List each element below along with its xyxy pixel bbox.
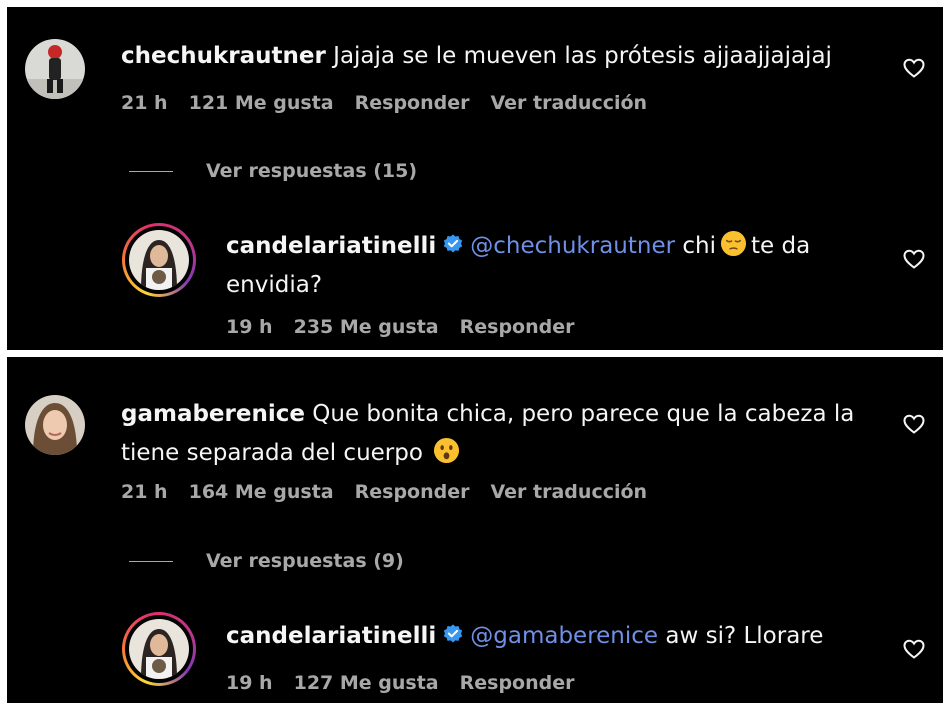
reply-button[interactable]: Responder [355,481,470,503]
comment-text: Que bonita chica, pero parece que la cab… [312,401,855,427]
divider-line [129,561,173,562]
reply-likes[interactable]: 127 Me gusta [294,672,439,694]
reply-time: 19 h [226,672,273,694]
pensive-face-emoji [720,230,747,257]
view-replies-button[interactable]: Ver respuestas (9) [129,550,404,572]
comment-time: 21 h [121,481,168,503]
comment-body: gamaberenice Que bonita chica, pero pare… [121,395,881,473]
comment-likes[interactable]: 121 Me gusta [189,92,334,114]
comment-text: Jajaja se le mueven las prótesis ajjaajj… [333,43,832,69]
view-replies-label: Ver respuestas (9) [206,550,404,572]
comment-thread: chechukrautner Jajaja se le mueven las p… [7,7,943,350]
heart-icon[interactable] [902,637,926,661]
avatar[interactable] [25,395,85,455]
reply-button[interactable]: Responder [460,316,575,338]
view-replies-label: Ver respuestas (15) [206,160,418,182]
translate-button[interactable]: Ver traducción [491,481,648,503]
story-ring[interactable] [122,223,196,297]
reply-meta: 19 h 235 Me gusta Responder [226,316,596,338]
comment-text-line2: tiene separada del cuerpo [121,440,423,466]
avatar[interactable] [129,619,189,679]
comment-thread: gamaberenice Que bonita chica, pero pare… [7,357,943,703]
comment-meta: 21 h 121 Me gusta Responder Ver traducción [121,92,668,114]
heart-icon[interactable] [902,247,926,271]
reply-text-line2: envidia? [226,272,323,298]
reply-button[interactable]: Responder [460,672,575,694]
comment-body: chechukrautner Jajaja se le mueven las p… [121,37,832,76]
reply-button[interactable]: Responder [355,92,470,114]
avatar[interactable] [25,39,85,99]
reply-likes[interactable]: 235 Me gusta [294,316,439,338]
verified-badge-icon [444,234,463,253]
translate-button[interactable]: Ver traducción [491,92,648,114]
comment-username[interactable]: gamaberenice [121,401,305,427]
mention-link[interactable]: @gamaberenice [470,623,658,649]
view-replies-button[interactable]: Ver respuestas (15) [129,160,417,182]
comment-meta: 21 h 164 Me gusta Responder Ver traducción [121,481,668,503]
reply-body: candelariatinelli @gamaberenice aw si? L… [226,617,823,656]
comment-username[interactable]: chechukrautner [121,43,326,69]
mention-link[interactable]: @chechukrautner [470,233,675,259]
heart-icon[interactable] [902,56,926,80]
reply-text: chi [682,233,717,259]
reply-text-continued: te da [751,233,811,259]
reply-username[interactable]: candelariatinelli [226,233,436,259]
hushed-face-emoji [433,437,459,464]
comment-time: 21 h [121,92,168,114]
avatar[interactable] [129,230,189,290]
reply-meta: 19 h 127 Me gusta Responder [226,672,596,694]
divider-line [129,171,173,172]
comment-likes[interactable]: 164 Me gusta [189,481,334,503]
verified-badge-icon [444,624,463,643]
reply-username[interactable]: candelariatinelli [226,623,436,649]
heart-icon[interactable] [902,412,926,436]
reply-text: aw si? Llorare [665,623,824,649]
reply-body: candelariatinelli @chechukrautner chi te… [226,227,846,305]
reply-time: 19 h [226,316,273,338]
story-ring[interactable] [122,612,196,686]
